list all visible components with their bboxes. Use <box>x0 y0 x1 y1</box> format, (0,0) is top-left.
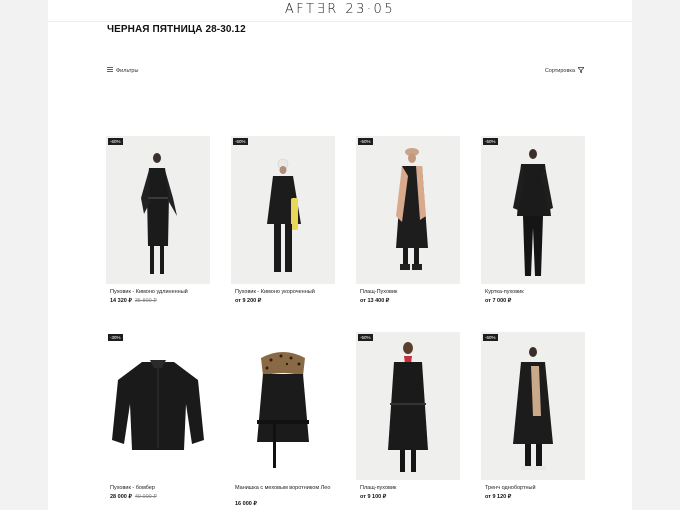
product-photo[interactable]: -50% <box>356 332 460 480</box>
product-price: от 9 100 ₽ <box>360 494 387 500</box>
site-header: AFTƎR 23·05 <box>48 0 632 22</box>
filters-button[interactable]: Фильтры <box>107 67 138 74</box>
discount-badge: -60% <box>108 138 123 145</box>
product-name[interactable]: Тренч однобортный <box>485 485 583 492</box>
discount-badge: -60% <box>483 334 498 341</box>
discount-badge: -50% <box>358 138 373 145</box>
product-price: от 7 000 ₽ <box>485 298 512 304</box>
site-logo[interactable]: AFTƎR 23·05 <box>48 2 632 17</box>
product-photo[interactable] <box>231 332 335 480</box>
product-name[interactable]: Плащ-пуховик <box>360 485 458 492</box>
filter-lines-icon <box>107 67 113 74</box>
product-name[interactable]: Манишка с меховым воротником Лео <box>235 485 333 492</box>
product-price: 16 000 ₽ <box>235 501 257 507</box>
product-price: 28 000 ₽40 000 ₽ <box>110 494 157 500</box>
product-name[interactable]: Пуховик - бомбер <box>110 485 208 492</box>
product-photo[interactable]: -60% <box>106 136 210 284</box>
discount-badge: -30% <box>108 334 123 341</box>
product-photo[interactable]: -50% <box>356 136 460 284</box>
product-photo[interactable]: -30% <box>106 332 210 480</box>
product-price: от 13 400 ₽ <box>360 298 390 304</box>
product-price: от 9 120 ₽ <box>485 494 512 500</box>
product-photo[interactable]: -50% <box>481 136 585 284</box>
filters-label: Фильтры <box>116 67 139 74</box>
discount-badge: -60% <box>233 138 248 145</box>
sort-funnel-icon <box>577 67 585 75</box>
product-photo[interactable]: -60% <box>481 332 585 480</box>
page-title: ЧЕРНАЯ ПЯТНИЦА 28-30.12 <box>107 24 246 35</box>
product-price: от 9 200 ₽ <box>235 298 262 304</box>
sort-button[interactable]: Сортировка <box>544 67 585 75</box>
product-photo[interactable]: -60% <box>231 136 335 284</box>
discount-badge: -50% <box>483 138 498 145</box>
product-name[interactable]: Пуховик - Кимоно укороченный <box>235 289 333 296</box>
product-name[interactable]: Куртка-пуховик <box>485 289 583 296</box>
product-price: 14 320 ₽35 800 ₽ <box>110 298 157 304</box>
product-name[interactable]: Пуховик - Кимоно удлиненный <box>110 289 208 296</box>
old-price: 35 800 ₽ <box>134 298 157 304</box>
scrollbar[interactable] <box>674 0 680 510</box>
discount-badge: -50% <box>358 334 373 341</box>
old-price: 40 000 ₽ <box>134 494 157 500</box>
product-name[interactable]: Плащ-Пуховик <box>360 289 458 296</box>
sort-label: Сортировка <box>544 68 575 74</box>
